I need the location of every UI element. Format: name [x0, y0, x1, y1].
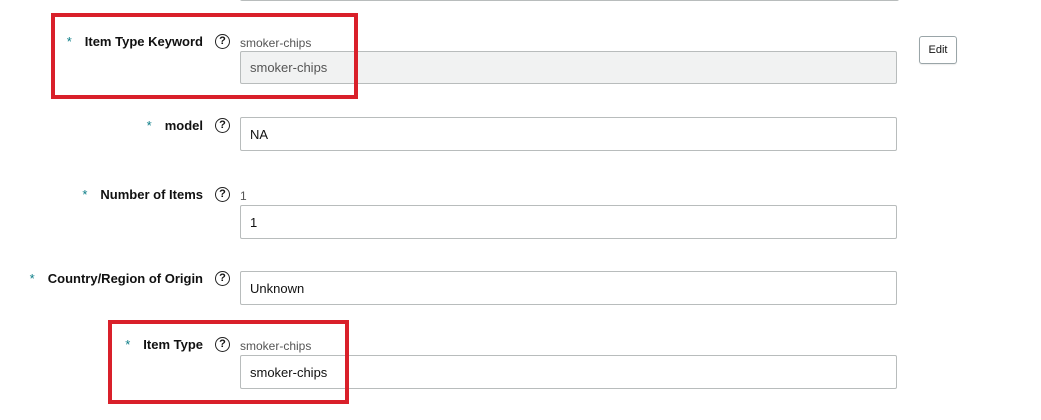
- number-of-items-label: Number of Items: [100, 187, 203, 202]
- country-of-origin-label: Country/Region of Origin: [47, 271, 203, 286]
- required-marker: *: [82, 187, 88, 202]
- highlight-box-item-type-keyword: [51, 13, 358, 99]
- model-label-row: * model ?: [147, 118, 230, 133]
- product-form: * Item Type Keyword ? smoker-chips Edit …: [0, 0, 1041, 420]
- model-input[interactable]: [240, 117, 897, 151]
- model-label: model: [164, 118, 203, 133]
- number-of-items-label-row: * Number of Items ?: [82, 187, 230, 202]
- required-marker: *: [146, 118, 152, 133]
- number-of-items-input[interactable]: [240, 205, 897, 239]
- highlight-box-item-type: [108, 320, 349, 404]
- country-of-origin-label-row: * Country/Region of Origin ?: [30, 271, 230, 286]
- required-marker: *: [29, 271, 35, 286]
- number-of-items-hint: 1: [240, 189, 247, 203]
- previous-field-input[interactable]: [240, 0, 899, 1]
- help-icon[interactable]: ?: [215, 271, 230, 286]
- country-of-origin-input[interactable]: [240, 271, 897, 305]
- edit-button[interactable]: Edit: [919, 36, 957, 64]
- help-icon[interactable]: ?: [215, 118, 230, 133]
- help-icon[interactable]: ?: [215, 187, 230, 202]
